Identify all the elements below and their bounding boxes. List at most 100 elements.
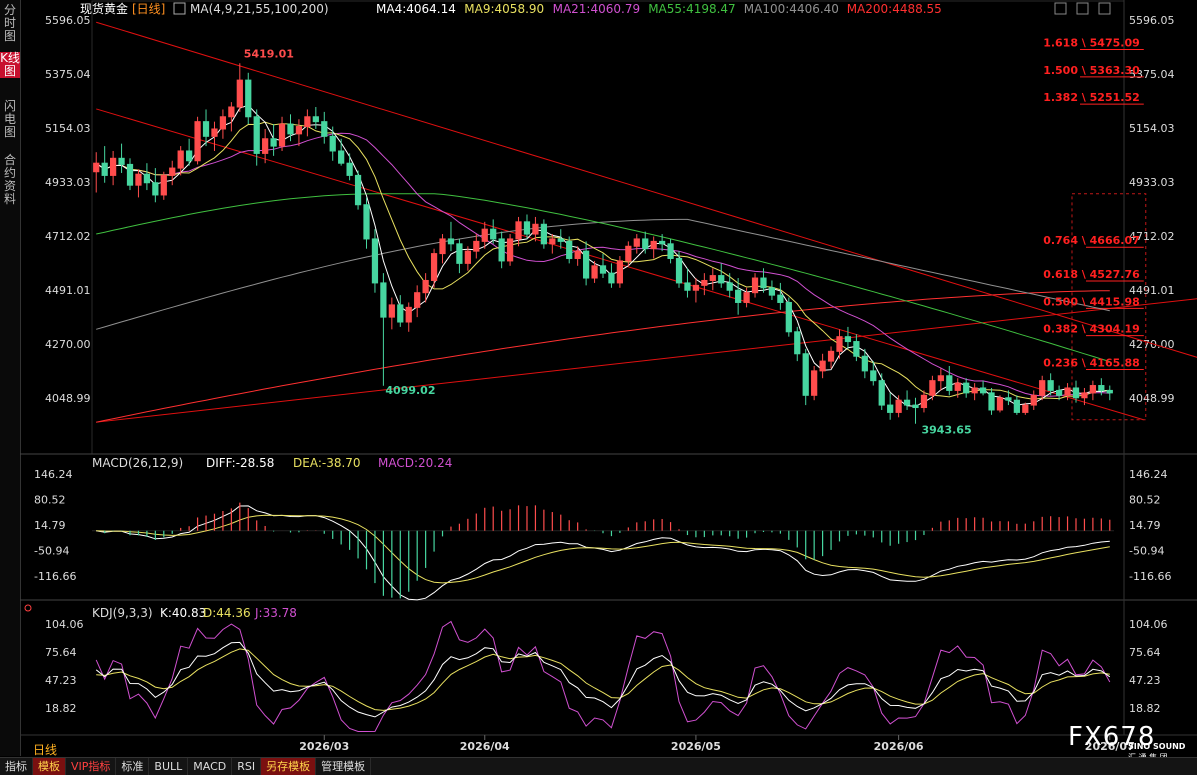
candle xyxy=(439,238,446,255)
toolbar-template[interactable]: 模板 xyxy=(33,758,66,775)
candle xyxy=(540,223,547,245)
time-tick-label: 2026/04 xyxy=(460,740,510,753)
period-tab[interactable]: 日线 xyxy=(33,741,57,758)
candle xyxy=(447,238,455,245)
price-tick-left: 5375.04 xyxy=(45,68,91,81)
toolbar-bull[interactable]: BULL xyxy=(149,758,189,775)
candle xyxy=(177,150,184,169)
candle xyxy=(768,287,776,296)
candle xyxy=(490,228,497,240)
ma200-line xyxy=(96,290,1110,423)
candle xyxy=(160,174,167,196)
candle xyxy=(278,123,286,147)
ma-value-ma200: MA200:4488.55 xyxy=(847,2,942,16)
trend-line xyxy=(96,21,1197,358)
candle xyxy=(397,304,404,323)
candle xyxy=(616,260,624,284)
candle xyxy=(979,387,987,394)
kdj-k-line xyxy=(95,641,1111,718)
kdj-tick-right: 47.23 xyxy=(1129,674,1161,687)
candle xyxy=(1098,385,1105,391)
tab-flash-chart[interactable]: 闪电图 xyxy=(0,100,20,139)
candle xyxy=(152,182,159,196)
candle xyxy=(422,279,429,294)
candle xyxy=(929,380,936,396)
macd-tick-left: 80.52 xyxy=(34,493,66,506)
toolbar-vip[interactable]: VIP指标 xyxy=(66,758,117,775)
low2-annotation: 3943.65 xyxy=(922,424,972,437)
fib-level-label: 0.382 \ 4304.19 xyxy=(1043,323,1140,336)
candle xyxy=(718,275,725,284)
fib-level-label: 1.382 \ 5251.52 xyxy=(1043,91,1140,104)
candle xyxy=(270,138,277,147)
candle xyxy=(93,162,100,173)
candle xyxy=(1089,385,1097,394)
ma-value-ma100: MA100:4406.40 xyxy=(744,2,839,16)
candle xyxy=(532,223,539,235)
candle xyxy=(186,150,193,162)
price-tick-right: 5154.03 xyxy=(1129,122,1175,135)
ma-indicator-label: MA(4,9,21,55,100,200) xyxy=(190,2,329,16)
candle xyxy=(506,238,514,262)
candle xyxy=(329,135,336,152)
kdj-tick-left: 47.23 xyxy=(45,674,77,687)
candle xyxy=(819,360,826,372)
price-tick-left: 4048.99 xyxy=(45,392,91,405)
toolbar-macd[interactable]: MACD xyxy=(188,758,233,775)
window-icon-3 xyxy=(1098,2,1111,15)
candle xyxy=(836,336,843,352)
candle xyxy=(591,265,598,279)
ma-value-ma9: MA9:4058.90 xyxy=(464,2,544,16)
candle xyxy=(895,399,902,413)
candle xyxy=(582,250,590,279)
candle xyxy=(827,350,835,362)
candle xyxy=(650,240,657,250)
candle xyxy=(498,238,505,262)
candle xyxy=(1064,387,1071,396)
candle xyxy=(1030,394,1037,406)
candle xyxy=(1081,392,1088,399)
candle xyxy=(709,275,716,281)
macd-tick-left: -116.66 xyxy=(34,570,76,583)
candle xyxy=(870,370,877,382)
candle xyxy=(566,240,573,259)
toolbar-indicators[interactable]: 指标 xyxy=(0,758,33,775)
candle xyxy=(667,243,674,259)
candle xyxy=(211,128,218,137)
ma-value-ma21: MA21:4060.79 xyxy=(553,2,641,16)
candle xyxy=(523,221,531,235)
candle xyxy=(751,277,759,294)
candle xyxy=(101,162,108,176)
candle xyxy=(363,204,370,240)
kdj-tick-left: 18.82 xyxy=(45,702,77,715)
candle xyxy=(405,306,412,323)
candle xyxy=(701,279,708,286)
candle xyxy=(1005,397,1012,401)
tab-contract-info[interactable]: 合约资料 xyxy=(0,154,20,206)
candle xyxy=(143,173,151,184)
candle xyxy=(557,238,564,242)
candle xyxy=(135,173,142,186)
candle xyxy=(456,243,463,264)
candle xyxy=(515,221,522,240)
candle xyxy=(794,331,801,355)
macd-tick-left: 146.24 xyxy=(34,468,73,481)
toolbar-manage-template[interactable]: 管理模板 xyxy=(316,758,372,775)
overlay-lines xyxy=(95,21,1197,732)
macd-tick-left: 14.79 xyxy=(34,519,66,532)
toolbar-save-template[interactable]: 另存模板 xyxy=(261,758,317,775)
tab-time-share[interactable]: 分时图 xyxy=(0,4,20,43)
candle xyxy=(388,304,395,318)
candle xyxy=(202,121,210,137)
time-tick-label: 2026/03 xyxy=(299,740,349,753)
candle xyxy=(743,292,750,303)
candle xyxy=(802,353,809,396)
toolbar-standard[interactable]: 标准 xyxy=(116,758,150,775)
toolbar-rsi[interactable]: RSI xyxy=(232,758,262,775)
candle xyxy=(599,265,607,274)
candle xyxy=(988,392,995,411)
candle xyxy=(371,238,379,284)
candle xyxy=(971,387,978,394)
tab-kline[interactable]: K线图 xyxy=(0,52,20,78)
chart-area[interactable]: 5596.05 5596.055375.04 5375.045154.03 5154.… xyxy=(20,0,1197,757)
